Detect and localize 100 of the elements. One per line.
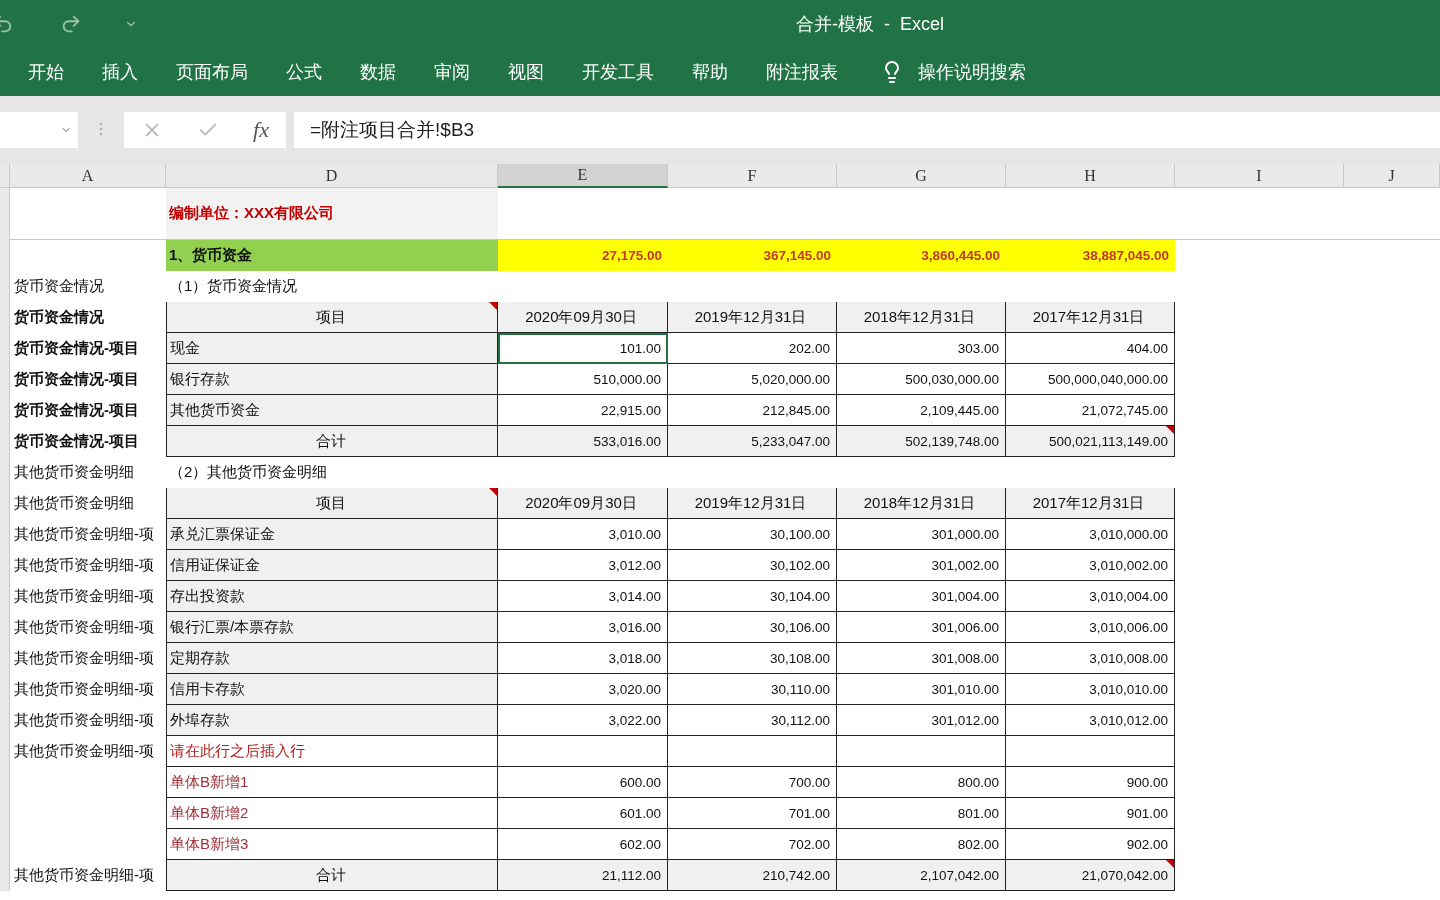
value-cell: 301,000.00: [837, 519, 1006, 550]
value-cell: 3,010,006.00: [1006, 612, 1175, 643]
item-cell: 定期存款: [166, 643, 498, 674]
row-header[interactable]: [0, 860, 10, 891]
value-cell: 3,010,000.00: [1006, 519, 1175, 550]
value-cell: 500,030,000.00: [837, 364, 1006, 395]
ribbon-tab[interactable]: 附注报表: [766, 60, 838, 84]
value-cell: 3,012.00: [498, 550, 668, 581]
value-cell: 21,072,745.00: [1006, 395, 1175, 426]
value-cell: 3,010,008.00: [1006, 643, 1175, 674]
item-cell: 外埠存款: [166, 705, 498, 736]
item-cell: 1、货币资金: [166, 240, 498, 271]
ribbon-tab[interactable]: 公式: [286, 60, 322, 84]
value-cell: 22,915.00: [498, 395, 668, 426]
item-cell: 单体B新增3: [166, 829, 498, 860]
item-cell: 信用卡存款: [166, 674, 498, 705]
item-cell: 合计: [166, 860, 498, 891]
value-cell: 30,102.00: [668, 550, 837, 581]
row-label-cell-text: 货币资金情况: [13, 307, 105, 327]
ribbon-tab[interactable]: 审阅: [434, 60, 470, 84]
column-header[interactable]: A: [10, 164, 166, 188]
item-cell: 项目: [166, 302, 498, 333]
column-header[interactable]: E: [498, 164, 668, 188]
item-cell: 银行汇票/本票存款: [166, 612, 498, 643]
item-cell: 单体B新增2: [166, 798, 498, 829]
item-cell: 银行存款: [166, 364, 498, 395]
name-box[interactable]: [0, 112, 78, 148]
window-title: 合并-模板 - Excel: [795, 13, 944, 36]
column-header[interactable]: G: [837, 164, 1006, 188]
column-header[interactable]: H: [1006, 164, 1175, 188]
redo-icon[interactable]: [60, 13, 82, 35]
select-all-corner[interactable]: [0, 164, 10, 188]
value-cell: 533,016.00: [498, 426, 668, 457]
item-cell: 信用证保证金: [166, 550, 498, 581]
value-cell: 510,000.00: [498, 364, 668, 395]
value-cell: 3,010,002.00: [1006, 550, 1175, 581]
value-cell: 30,104.00: [668, 581, 837, 612]
ribbon-tab[interactable]: 帮助: [692, 60, 728, 84]
value-cell: 901.00: [1006, 798, 1175, 829]
value-cell: 701.00: [668, 798, 837, 829]
value-cell: 700.00: [668, 767, 837, 798]
row-label-cell-text: 货币资金情况-项目: [13, 400, 140, 420]
ribbon-tab[interactable]: 页面布局: [176, 60, 248, 84]
column-header[interactable]: J: [1344, 164, 1440, 188]
value-cell: 3,022.00: [498, 705, 668, 736]
value-cell: 3,010.00: [498, 519, 668, 550]
value-cell: 301,002.00: [837, 550, 1006, 581]
value-cell: 30,100.00: [668, 519, 837, 550]
ribbon-tab[interactable]: 视图: [508, 60, 544, 84]
ribbon-tab[interactable]: 插入: [102, 60, 138, 84]
value-cell: 902.00: [1006, 829, 1175, 860]
value-cell: 301,006.00: [837, 612, 1006, 643]
value-cell: 2019年12月31日: [668, 302, 837, 333]
value-cell: 27,175.00: [498, 240, 668, 271]
value-cell: 602.00: [498, 829, 668, 860]
value-cell: 500,021,113,149.00: [1006, 426, 1175, 457]
formula-field[interactable]: =附注项目合并!$B3: [294, 112, 1440, 148]
row-label-cell-text: 其他货币资金明细-项: [13, 524, 155, 544]
value-cell: 21,112.00: [498, 860, 668, 891]
insert-function-button[interactable]: fx: [253, 117, 269, 143]
value-cell: 601.00: [498, 798, 668, 829]
value-cell: 2,107,042.00: [837, 860, 1006, 891]
column-header[interactable]: D: [166, 164, 498, 188]
item-cell: 存出投资款: [166, 581, 498, 612]
value-cell: 301,004.00: [837, 581, 1006, 612]
value-cell: 2,109,445.00: [837, 395, 1006, 426]
row-label-cell-text: 其他货币资金明细-项: [13, 741, 155, 761]
row-header[interactable]: [0, 188, 10, 240]
value-cell: 301,008.00: [837, 643, 1006, 674]
row-label-cell-text: 其他货币资金明细-项: [13, 555, 155, 575]
item-cell: 合计: [166, 426, 498, 457]
column-header[interactable]: F: [668, 164, 837, 188]
ribbon-tab[interactable]: 开始: [28, 60, 64, 84]
value-cell: 30,112.00: [668, 705, 837, 736]
item-cell: 单体B新增1: [166, 767, 498, 798]
value-cell: 2017年12月31日: [1006, 488, 1175, 519]
column-header[interactable]: I: [1175, 164, 1344, 188]
ribbon-tab[interactable]: 数据: [360, 60, 396, 84]
ribbon-tab[interactable]: 开发工具: [582, 60, 654, 84]
value-cell: 3,010,012.00: [1006, 705, 1175, 736]
tell-me-search[interactable]: 操作说明搜索: [918, 60, 1026, 84]
value-cell: 500,000,040,000.00: [1006, 364, 1175, 395]
row-label-cell-text: 其他货币资金明细: [13, 493, 135, 513]
value-cell: 900.00: [1006, 767, 1175, 798]
value-cell: 30,110.00: [668, 674, 837, 705]
value-cell: 404.00: [1006, 333, 1175, 364]
value-cell: 301,010.00: [837, 674, 1006, 705]
value-cell: 202.00: [668, 333, 837, 364]
value-cell: 5,020,000.00: [668, 364, 837, 395]
item-cell: 现金: [166, 333, 498, 364]
row-label-cell-text: 货币资金情况: [13, 276, 105, 296]
value-cell: 2020年09月30日: [498, 488, 668, 519]
value-cell: 2020年09月30日: [498, 302, 668, 333]
value-cell: 30,106.00: [668, 612, 837, 643]
value-cell: 3,010,010.00: [1006, 674, 1175, 705]
item-cell: 承兑汇票保证金: [166, 519, 498, 550]
value-cell: 600.00: [498, 767, 668, 798]
row-label-cell-text: 货币资金情况-项目: [13, 431, 140, 451]
value-cell: 303.00: [837, 333, 1006, 364]
value-cell: 212,845.00: [668, 395, 837, 426]
